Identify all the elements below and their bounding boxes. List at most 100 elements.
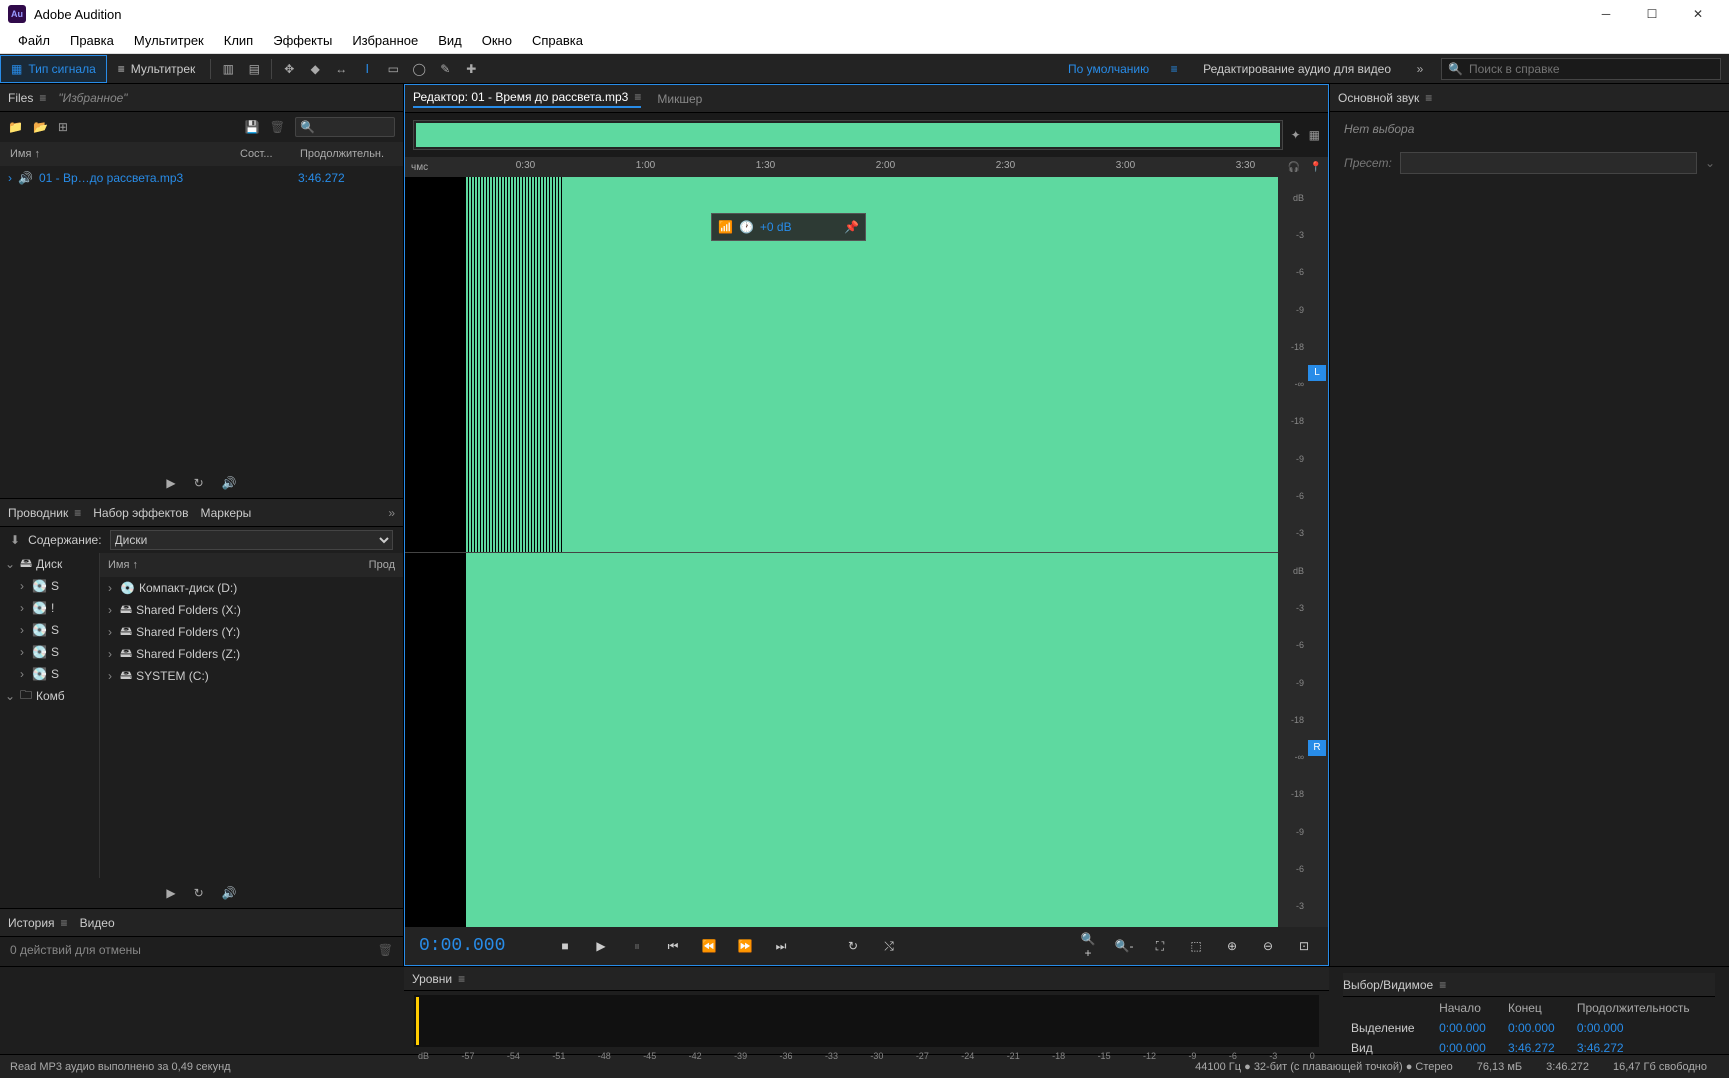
tree-drive-item[interactable]: ›💽S — [0, 619, 99, 641]
stop-button[interactable]: ■ — [555, 939, 575, 953]
brush-tool-icon[interactable]: ✎ — [432, 56, 458, 82]
open-file-icon[interactable]: 📁 — [8, 120, 23, 134]
view-start[interactable]: 0:00.000 — [1433, 1039, 1500, 1057]
hud-overlay[interactable]: 📶 🕐 +0 dB 📌 — [711, 213, 866, 241]
tab-selection-view[interactable]: Выбор/Видимое≡ — [1343, 978, 1446, 992]
time-ruler[interactable]: чмс 0:30 1:00 1:30 2:00 2:30 3:00 3:30 🎧… — [405, 157, 1328, 177]
col-name[interactable]: Имя ↑ — [10, 148, 240, 160]
list-item[interactable]: ›💿Компакт-диск (D:) — [100, 577, 403, 599]
tab-essential-sound[interactable]: Основной звук≡ — [1338, 91, 1432, 105]
new-file-icon[interactable]: ⊞ — [58, 120, 68, 134]
multitrack-view-button[interactable]: ≡ Мультитрек — [107, 55, 207, 83]
pin-icon[interactable]: 📌 — [844, 220, 859, 234]
waveform-view-button[interactable]: ▦ Тип сигнала — [0, 55, 107, 83]
lasso-tool-icon[interactable]: ◯ — [406, 56, 432, 82]
tab-video[interactable]: Видео — [80, 916, 115, 930]
panel-more-icon[interactable]: » — [263, 506, 395, 520]
tree-drive-item[interactable]: ›💽S — [0, 641, 99, 663]
headphones-icon[interactable]: 🎧 — [1288, 162, 1300, 173]
zoom-selection-icon[interactable]: ⬚ — [1186, 939, 1206, 953]
skip-selection-button[interactable]: ⤭ — [879, 939, 899, 954]
tree-combo[interactable]: ⌄🗀Комб — [0, 685, 99, 707]
tab-effects-rack[interactable]: Набор эффектов — [93, 506, 188, 520]
spectral-pitch-icon[interactable]: ▤ — [241, 56, 267, 82]
tab-favorites[interactable]: "Избранное" — [58, 91, 127, 105]
menu-edit[interactable]: Правка — [60, 33, 124, 48]
menu-file[interactable]: Файл — [8, 33, 60, 48]
workspace-video[interactable]: Редактирование аудио для видео — [1187, 62, 1407, 76]
content-select[interactable]: Диски — [110, 530, 393, 550]
menu-favorites[interactable]: Избранное — [342, 33, 428, 48]
menu-window[interactable]: Окно — [472, 33, 522, 48]
mini-autoplay-icon[interactable]: 🔊 — [222, 476, 237, 490]
slip-tool-icon[interactable]: ↔ — [328, 56, 354, 82]
maximize-button[interactable]: ☐ — [1629, 0, 1675, 28]
zoom-out-icon[interactable]: 🔍- — [1114, 939, 1134, 953]
pause-button[interactable]: ⏸ — [627, 939, 647, 954]
properties-icon[interactable]: ▦ — [1309, 128, 1320, 142]
import-icon[interactable]: 📂 — [33, 120, 48, 134]
overview-waveform[interactable] — [413, 120, 1283, 150]
zoom-in-point-icon[interactable]: ⊕ — [1222, 939, 1242, 953]
zoom-in-icon[interactable]: 🔍+ — [1078, 932, 1098, 960]
trash-icon[interactable]: 🗑 — [378, 943, 393, 957]
heal-tool-icon[interactable]: ✚ — [458, 56, 484, 82]
waveform-display[interactable]: 📶 🕐 +0 dB 📌 dB-3-6-9-18-∞-18-9-6-3dB-3-6… — [405, 177, 1328, 927]
razor-tool-icon[interactable]: ◆ — [302, 56, 328, 82]
zoom-full-icon[interactable]: ⛶ — [1150, 939, 1170, 954]
col-dur[interactable]: Прод — [369, 559, 395, 571]
tab-editor[interactable]: Редактор: 01 - Время до рассвета.mp3≡ — [413, 90, 641, 108]
tree-drive-item[interactable]: ›💽! — [0, 597, 99, 619]
sel-duration[interactable]: 0:00.000 — [1571, 1019, 1713, 1037]
tab-history[interactable]: История≡ — [8, 916, 68, 930]
mini-play-icon[interactable]: ▶ — [166, 476, 175, 490]
pin-icon[interactable]: 📍 — [1310, 162, 1322, 173]
levels-meter[interactable] — [414, 995, 1319, 1047]
menu-effects[interactable]: Эффекты — [263, 33, 342, 48]
list-item[interactable]: ›🖴SYSTEM (C:) — [100, 665, 403, 687]
play-button[interactable]: ▶ — [591, 939, 611, 953]
file-row[interactable]: ›🔊01 - Вр…до рассвета.mp3 3:46.272 — [0, 166, 403, 190]
minimize-button[interactable]: ─ — [1583, 0, 1629, 28]
workspace-menu-icon[interactable]: ≡ — [1161, 56, 1187, 82]
files-filter[interactable]: 🔍 — [295, 117, 395, 137]
menu-view[interactable]: Вид — [428, 33, 472, 48]
menu-help[interactable]: Справка — [522, 33, 593, 48]
preset-select[interactable] — [1400, 152, 1697, 174]
effects-icon[interactable]: ✦ — [1291, 128, 1301, 142]
tab-levels[interactable]: Уровни≡ — [412, 972, 465, 986]
current-time[interactable]: 0:00.000 — [419, 936, 539, 956]
tab-files[interactable]: Files≡ — [8, 91, 46, 105]
workspace-more-icon[interactable]: » — [1407, 56, 1433, 82]
col-state[interactable]: Сост... — [240, 148, 300, 160]
goto-start-button[interactable]: ⏮ — [663, 939, 683, 954]
tree-drive-item[interactable]: ›💽S — [0, 663, 99, 685]
move-tool-icon[interactable]: ✥ — [276, 56, 302, 82]
mini-loop-icon[interactable]: ↻ — [194, 476, 204, 490]
workspace-default[interactable]: По умолчанию — [1056, 62, 1161, 76]
tab-markers[interactable]: Маркеры — [200, 506, 251, 520]
zoom-out-point-icon[interactable]: ⊖ — [1258, 939, 1278, 953]
download-icon[interactable]: ⬇ — [10, 533, 20, 547]
list-item[interactable]: ›🖴Shared Folders (X:) — [100, 599, 403, 621]
tree-disks[interactable]: ⌄🖴Диск — [0, 553, 99, 575]
forward-button[interactable]: ⏩ — [735, 939, 755, 953]
zoom-reset-icon[interactable]: ⊡ — [1294, 939, 1314, 953]
mini-loop-icon[interactable]: ↻ — [194, 886, 204, 900]
col-name[interactable]: Имя ↑ — [108, 559, 369, 571]
preset-dropdown-icon[interactable]: ⌄ — [1705, 156, 1715, 170]
mini-play-icon[interactable]: ▶ — [166, 886, 175, 900]
delete-icon[interactable]: 🗑 — [270, 120, 285, 134]
tab-mixer[interactable]: Микшер — [657, 92, 702, 106]
rewind-button[interactable]: ⏪ — [699, 939, 719, 953]
close-button[interactable]: ✕ — [1675, 0, 1721, 28]
marquee-tool-icon[interactable]: ▭ — [380, 56, 406, 82]
sel-start[interactable]: 0:00.000 — [1433, 1019, 1500, 1037]
menu-clip[interactable]: Клип — [214, 33, 263, 48]
col-duration[interactable]: Продолжительн. — [300, 148, 384, 160]
tab-explorer[interactable]: Проводник≡ — [8, 506, 81, 520]
menu-multitrack[interactable]: Мультитрек — [124, 33, 214, 48]
channel-left-badge[interactable]: L — [1308, 365, 1326, 381]
channel-right-badge[interactable]: R — [1308, 740, 1326, 756]
tree-drive-item[interactable]: ›💽S — [0, 575, 99, 597]
